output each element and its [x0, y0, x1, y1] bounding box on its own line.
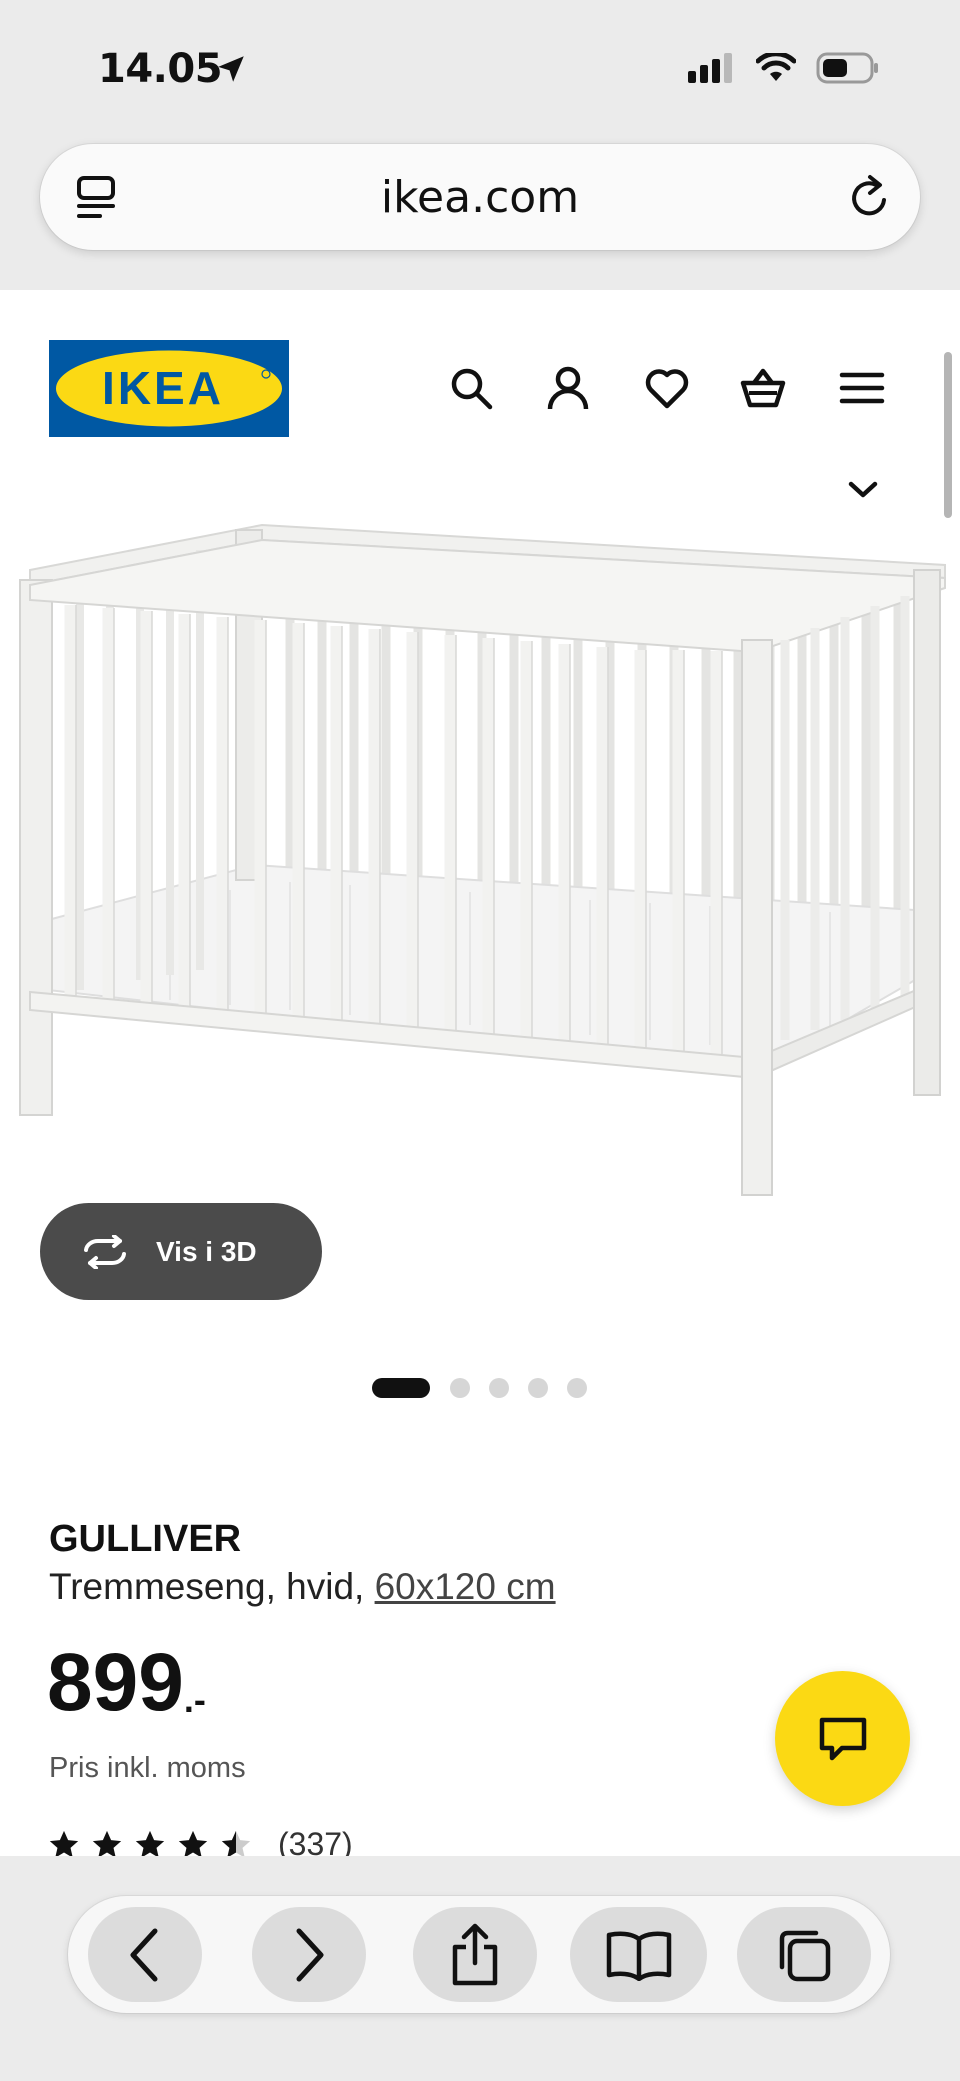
carousel-dot[interactable] — [489, 1378, 509, 1398]
carousel-dot[interactable] — [450, 1378, 470, 1398]
product-description-text: Tremmeseng, hvid, — [49, 1566, 375, 1607]
price-amount: 899 — [47, 1637, 184, 1728]
tabs-button[interactable] — [737, 1907, 871, 2002]
view-in-3d-button[interactable]: Vis i 3D — [40, 1203, 322, 1300]
cellular-signal-icon — [688, 53, 732, 83]
wifi-icon — [756, 53, 796, 81]
carousel-dot[interactable] — [528, 1378, 548, 1398]
chat-button[interactable] — [775, 1671, 910, 1806]
price-suffix: .- — [183, 1679, 206, 1720]
browser-top-bar: 14.05 ikea.com — [0, 0, 960, 290]
product-size-link[interactable]: 60x120 cm — [375, 1566, 556, 1607]
ikea-logo[interactable]: IKEA — [49, 340, 289, 437]
view-in-3d-label: Vis i 3D — [156, 1235, 257, 1267]
tabs-icon — [779, 1930, 831, 1981]
heart-icon[interactable] — [644, 365, 690, 411]
forward-button[interactable] — [252, 1907, 366, 2002]
menu-icon[interactable] — [839, 365, 885, 411]
back-button[interactable] — [88, 1907, 202, 2002]
bookmarks-icon — [606, 1931, 671, 1981]
status-icons — [688, 52, 880, 84]
price-note: Pris inkl. moms — [49, 1752, 246, 1784]
image-carousel-dots[interactable] — [372, 1378, 606, 1398]
basket-icon[interactable] — [740, 365, 786, 411]
carousel-dot-active[interactable] — [372, 1378, 430, 1398]
bookmarks-button[interactable] — [570, 1907, 707, 2002]
share-button[interactable] — [413, 1907, 537, 2002]
share-icon — [452, 1923, 498, 1985]
product-name: GULLIVER — [49, 1518, 242, 1560]
reload-icon[interactable] — [846, 172, 894, 222]
url-text[interactable]: ikea.com — [40, 172, 920, 223]
chat-icon — [819, 1717, 866, 1760]
scrollbar[interactable] — [944, 352, 952, 518]
forward-icon — [296, 1928, 324, 1981]
product-price: 899 .- — [47, 1642, 206, 1724]
user-icon[interactable] — [545, 365, 591, 411]
carousel-dot[interactable] — [567, 1378, 587, 1398]
address-bar[interactable]: ikea.com — [40, 144, 920, 250]
rotate-3d-icon — [84, 1234, 126, 1269]
search-icon[interactable] — [448, 365, 494, 411]
back-icon — [130, 1928, 158, 1981]
ikea-logo-text: IKEA — [102, 362, 224, 414]
status-time: 14.05 — [98, 46, 223, 92]
chevron-down-icon[interactable] — [848, 480, 878, 500]
product-description: Tremmeseng, hvid, 60x120 cm — [49, 1566, 556, 1608]
location-arrow-icon — [218, 56, 244, 82]
toolbar-pill — [68, 1896, 890, 2013]
browser-bottom-toolbar — [0, 1856, 960, 2081]
battery-icon — [816, 52, 878, 84]
product-image[interactable] — [0, 510, 960, 1210]
